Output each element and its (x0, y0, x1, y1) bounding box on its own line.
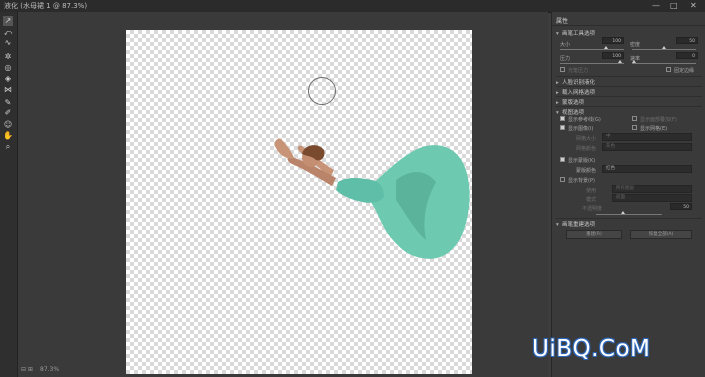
density-label: 密度 (630, 42, 641, 48)
reconstruct-icon[interactable]: ⤺ (3, 28, 13, 38)
show-face-overlay-label: 显示面部叠加(F) (640, 117, 677, 123)
mesh-size-label: 网格大小 (576, 136, 597, 142)
view-options-section[interactable]: ▾ 视图选项 (556, 108, 584, 116)
density-slider[interactable] (632, 49, 696, 50)
mesh-color-label: 网格颜色 (576, 146, 597, 152)
pressure-slider-knob[interactable] (618, 60, 622, 63)
opacity-slider[interactable] (596, 214, 662, 215)
divider (556, 86, 702, 87)
liquify-toolbar: ↗ ⤺ ∿ ✲ ◎ ◈ ⋈ ✎ ✐ ☺ ✋ ⌕ (0, 12, 18, 377)
smooth-icon[interactable]: ∿ (3, 38, 13, 48)
show-mask-checkbox[interactable] (560, 157, 565, 162)
thaw-mask-icon[interactable]: ✐ (3, 108, 13, 118)
show-mask-label: 显示蒙版(K) (568, 158, 596, 164)
show-mesh-label: 显示网格(E) (640, 126, 668, 132)
show-mesh-checkbox[interactable] (632, 125, 637, 130)
size-input[interactable]: 100 (602, 37, 624, 44)
face-aware-section[interactable]: ▸ 人脸识别液化 (556, 78, 595, 86)
load-mesh-section[interactable]: ▸ 载入网格选项 (556, 88, 595, 96)
section-label: 画笔工具选项 (562, 31, 596, 37)
close-button[interactable]: ✕ (690, 1, 697, 10)
status-bar: ⊟ ⊞ 87.3% (18, 363, 548, 377)
face-tool-icon[interactable]: ☺ (3, 120, 13, 130)
mask-color-dropdown[interactable]: 红色 (602, 165, 692, 173)
show-face-overlay-checkbox[interactable] (632, 116, 637, 121)
mesh-color-dropdown[interactable]: 灰色 (602, 143, 692, 151)
zoom-icon[interactable]: ⌕ (3, 142, 13, 152)
divider (556, 106, 702, 107)
stylus-pressure-label: 光笔压力 (568, 68, 589, 74)
use-dropdown[interactable]: 所有图层 (612, 185, 692, 193)
twirl-icon[interactable]: ✲ (3, 52, 13, 62)
pressure-slider[interactable] (560, 63, 624, 64)
panel-header: 属性 (552, 16, 705, 26)
push-left-icon[interactable]: ⋈ (3, 85, 13, 95)
pressure-input[interactable]: 100 (602, 52, 624, 59)
brush-reconstruct-section[interactable]: ▾ 画笔重建选项 (556, 220, 595, 228)
show-backdrop-checkbox[interactable] (560, 177, 565, 182)
workspace: ⊟ ⊞ 87.3% (18, 12, 548, 377)
opacity-label: 不透明度 (582, 206, 603, 212)
mask-options-section[interactable]: ▸ 蒙版选项 (556, 98, 584, 106)
image-canvas[interactable] (126, 30, 472, 374)
hand-icon[interactable]: ✋ (3, 131, 13, 141)
freeze-mask-icon[interactable]: ✎ (3, 98, 13, 108)
section-label: 画笔重建选项 (562, 222, 596, 228)
opacity-input[interactable]: 50 (670, 203, 692, 210)
forward-warp-icon[interactable]: ↗ (3, 16, 13, 26)
pin-edges-checkbox[interactable] (666, 67, 671, 72)
stylus-pressure-checkbox[interactable] (560, 67, 565, 72)
rate-slider[interactable] (632, 63, 696, 64)
mode-label: 模式 (586, 197, 597, 203)
divider (556, 96, 702, 97)
show-backdrop-label: 显示背景(P) (568, 178, 595, 184)
view-toggle-icons[interactable]: ⊟ ⊞ (21, 366, 33, 373)
density-slider-knob[interactable] (662, 46, 666, 49)
minimize-button[interactable]: — (652, 1, 660, 10)
restore-all-button[interactable]: 恢复全部(A) (630, 230, 692, 239)
subject-figure (274, 138, 470, 259)
opacity-slider-knob[interactable] (621, 211, 625, 214)
zoom-level[interactable]: 87.3% (40, 366, 59, 373)
brush-cursor (308, 77, 336, 105)
size-slider[interactable] (560, 49, 624, 50)
bloat-icon[interactable]: ◈ (3, 74, 13, 84)
size-label: 大小 (560, 42, 571, 48)
mode-dropdown[interactable]: 前面 (612, 194, 692, 202)
show-image-checkbox[interactable] (560, 125, 565, 130)
maximize-button[interactable]: □ (670, 1, 678, 10)
show-image-label: 显示图像(I) (568, 126, 594, 132)
watermark-logo: UiBQ.CoM (532, 336, 651, 362)
hands (274, 138, 294, 159)
rate-slider-knob[interactable] (632, 60, 636, 63)
show-guides-checkbox[interactable] (560, 116, 565, 121)
pucker-icon[interactable]: ◎ (3, 63, 13, 73)
density-input[interactable]: 50 (676, 37, 698, 44)
size-slider-knob[interactable] (604, 46, 608, 49)
mesh-size-dropdown[interactable]: 中 (602, 133, 692, 141)
mask-color-label: 蒙版颜色 (576, 168, 597, 174)
reconstruct-button[interactable]: 重建(R) (566, 230, 622, 239)
divider (556, 76, 702, 77)
divider (556, 218, 702, 219)
show-guides-label: 显示参考线(G) (568, 117, 601, 123)
pin-edges-label: 固定边缘 (674, 68, 695, 74)
window-title: 液化 (水母裙 1 @ 87.3%) (4, 2, 88, 10)
rate-input[interactable]: 0 (676, 52, 698, 59)
pressure-label: 压力 (560, 56, 571, 62)
brush-tool-options-section[interactable]: ▾ 画笔工具选项 (556, 29, 595, 37)
properties-panel: 属性 ▾ 画笔工具选项 大小 100 密度 50 压力 100 速率 0 光笔压力… (551, 12, 705, 377)
use-label: 使用 (586, 188, 597, 194)
